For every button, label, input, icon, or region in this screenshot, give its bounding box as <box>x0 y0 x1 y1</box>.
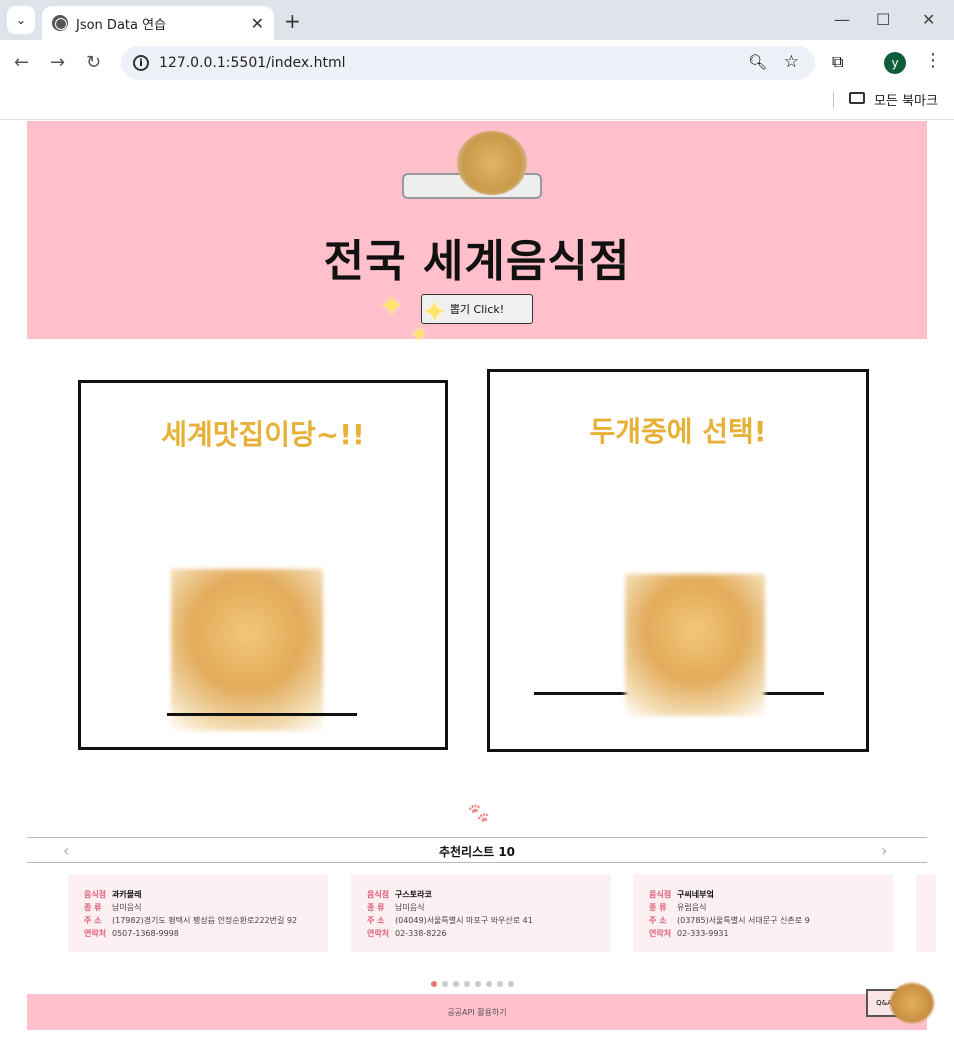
restaurant-address: (04049)서울특별시 마포구 와우산로 41 <box>395 916 533 925</box>
restaurant-name: 과카몰레 <box>112 890 142 899</box>
card-image <box>625 574 765 716</box>
restaurant-card[interactable]: 음식점 구스토라코 종 류 남미음식 주 소 (04049)서울특별시 마포구 와우산… <box>351 874 611 952</box>
restaurant-card[interactable]: 음식점 과카몰레 종 류 남미음식 주 소 (17982)경기도 평택시 팽성읍 안정… <box>68 874 328 952</box>
type-label: 종 류 <box>367 903 385 912</box>
carousel-pagination <box>431 981 514 987</box>
tab-bar: ⌄ Json Data 연습 ✕ + — ☐ ✕ <box>0 0 954 40</box>
recommend-header: ‹ 추천리스트 10 › <box>27 837 927 863</box>
restaurant-address: (03785)서울특별시 서대문구 신촌로 9 <box>677 916 810 925</box>
recommend-title: 추천리스트 10 <box>438 845 516 859</box>
maximize-icon[interactable]: ☐ <box>876 10 890 29</box>
address-label: 주 소 <box>649 916 667 925</box>
pagination-dot[interactable] <box>497 981 503 987</box>
pagination-dot[interactable] <box>508 981 514 987</box>
pagination-dot[interactable] <box>475 981 481 987</box>
hero-banner: 전국 세계음식점 뽑기 Click! ✦ ✦ ✦ <box>27 121 927 348</box>
address-bar[interactable]: i 127.0.0.1:5501/index.html 🔍︎ ☆ <box>121 46 815 80</box>
profile-avatar[interactable]: y <box>884 52 906 74</box>
zoom-icon[interactable]: 🔍︎ <box>748 53 767 71</box>
card-right: 두개중에 선택! <box>487 369 869 752</box>
bookmarks-bar: 모든 북마크 <box>0 86 954 120</box>
active-tab[interactable]: Json Data 연습 ✕ <box>42 6 274 40</box>
restaurant-address: (17982)경기도 평택시 팽성읍 안정순환로222번길 92 <box>112 916 298 925</box>
type-label: 종 류 <box>84 903 102 912</box>
name-label: 음식점 <box>84 890 107 899</box>
page-title: 전국 세계음식점 <box>323 236 631 287</box>
chevron-right-icon[interactable]: › <box>881 841 887 860</box>
reload-icon[interactable]: ↻ <box>86 52 101 73</box>
sparkle-icon: ✦ <box>410 323 429 348</box>
bookmarks-separator <box>833 92 834 108</box>
url-text: 127.0.0.1:5501/index.html <box>159 55 346 71</box>
globe-icon <box>52 15 68 31</box>
phone-label: 연락처 <box>84 929 107 938</box>
restaurant-type: 유럽음식 <box>677 903 707 912</box>
close-tab-icon[interactable]: ✕ <box>251 14 264 33</box>
name-label: 음식점 <box>649 890 672 899</box>
tab-search-button[interactable]: ⌄ <box>7 6 35 34</box>
restaurant-phone: 0507-1368-9998 <box>112 929 179 938</box>
restaurant-phone: 02-338-8226 <box>395 929 447 938</box>
browser-toolbar: ← → ↻ i 127.0.0.1:5501/index.html 🔍︎ ☆ ⧉… <box>0 40 954 86</box>
qa-floating-button[interactable]: Q&A <box>866 983 936 1029</box>
name-label: 음식점 <box>367 890 390 899</box>
restaurant-card-partial[interactable] <box>916 874 936 952</box>
extensions-icon[interactable]: ⧉ <box>832 52 843 72</box>
restaurant-type: 남미음식 <box>395 903 425 912</box>
restaurant-card[interactable]: 음식점 구씨네부엌 종 류 유럽음식 주 소 (03785)서울특별시 서대문구 신촌… <box>633 874 893 952</box>
card-image <box>171 569 323 731</box>
mascot-image <box>457 131 527 195</box>
footer: 공공API 활용하기 <box>27 994 927 1030</box>
all-bookmarks-label[interactable]: 모든 북마크 <box>874 90 938 109</box>
card-heading: 두개중에 선택! <box>589 415 767 448</box>
address-label: 주 소 <box>367 916 385 925</box>
minimize-icon[interactable]: — <box>834 10 850 29</box>
card-left: 세계맛집이당~!! <box>78 380 448 750</box>
card-heading: 세계맛집이당~!! <box>161 418 365 451</box>
restaurant-name: 구씨네부엌 <box>677 890 714 899</box>
new-tab-button[interactable]: + <box>284 9 301 33</box>
page-content: 전국 세계음식점 뽑기 Click! ✦ ✦ ✦ 세계맛집이당~!! 두개중에 … <box>0 121 954 1040</box>
menu-kebab-icon[interactable]: ⋮ <box>924 50 942 71</box>
pagination-dot[interactable] <box>431 981 437 987</box>
close-window-icon[interactable]: ✕ <box>922 10 935 29</box>
restaurant-name: 구스토라코 <box>395 890 432 899</box>
pagination-dot[interactable] <box>464 981 470 987</box>
pagination-dot[interactable] <box>486 981 492 987</box>
restaurant-phone: 02-333-9931 <box>677 929 729 938</box>
mascot-icon <box>890 983 934 1023</box>
folder-icon[interactable] <box>849 92 865 104</box>
bookmark-star-icon[interactable]: ☆ <box>784 52 799 72</box>
sparkle-icon: ✦ <box>379 289 405 324</box>
address-label: 주 소 <box>84 916 102 925</box>
site-info-icon[interactable]: i <box>133 55 149 71</box>
tab-title: Json Data 연습 <box>76 17 167 33</box>
phone-label: 연락처 <box>649 929 672 938</box>
footer-text: 공공API 활용하기 <box>447 1007 507 1017</box>
type-label: 종 류 <box>649 903 667 912</box>
paw-icon: 🐾︎ <box>466 801 492 825</box>
pagination-dot[interactable] <box>453 981 459 987</box>
forward-icon[interactable]: → <box>50 52 65 73</box>
back-icon[interactable]: ← <box>14 52 29 73</box>
phone-label: 연락처 <box>367 929 390 938</box>
floor-line <box>167 713 357 716</box>
restaurant-type: 남미음식 <box>112 903 142 912</box>
pagination-dot[interactable] <box>442 981 448 987</box>
